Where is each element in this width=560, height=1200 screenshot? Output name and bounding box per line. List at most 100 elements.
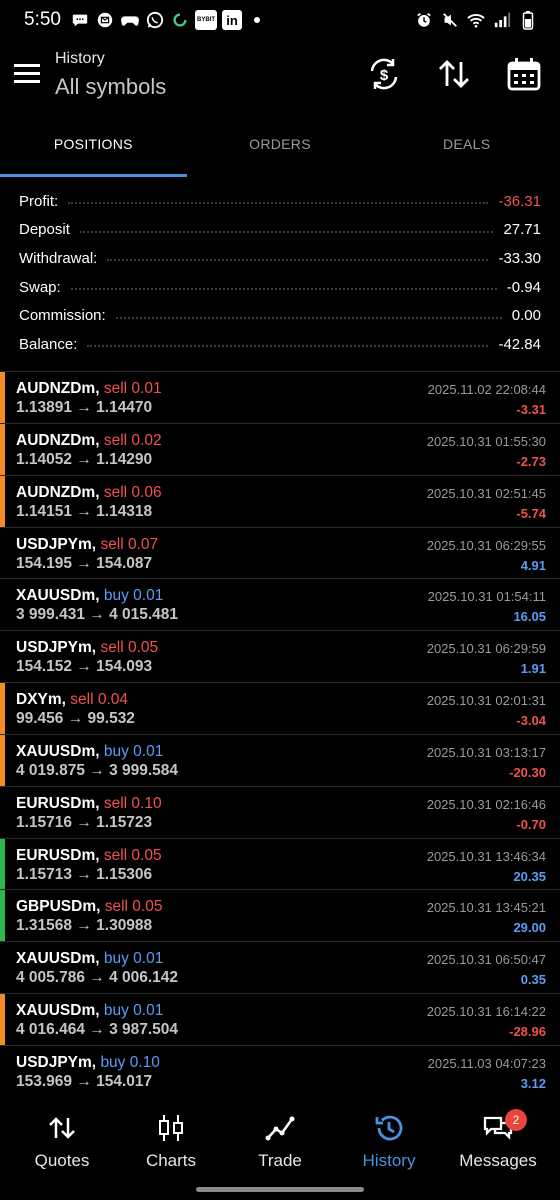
summary-row-balance: Balance: -42.84: [0, 330, 560, 359]
svg-text:$: $: [380, 67, 389, 84]
status-bar-indicator: [0, 942, 5, 993]
summary-label: Balance:: [19, 335, 78, 353]
position-title: XAUUSDm, buy 0.01: [16, 587, 163, 605]
status-bar-indicator: [0, 372, 5, 423]
deal-profit: -5.74: [516, 505, 546, 521]
nav-trade[interactable]: Trade: [225, 1113, 335, 1171]
summary-label: Commission:: [19, 307, 106, 325]
deal-type: buy 0.10: [100, 1053, 160, 1071]
position-row[interactable]: USDJPYm, sell 0.05 154.152 → 154.093 2025.…: [0, 630, 560, 682]
deal-profit: 3.12: [520, 1075, 546, 1091]
summary-label: Swap:: [19, 278, 61, 296]
symbol: AUDNZDm,: [16, 431, 100, 449]
symbol: XAUUSDm,: [16, 587, 100, 605]
position-row[interactable]: USDJPYm, buy 0.10 153.969 → 154.017 2025.1…: [0, 1044, 560, 1097]
deal-time: 2025.10.31 02:01:31: [426, 693, 546, 709]
hamburger-menu-icon[interactable]: [14, 62, 40, 84]
summary-panel: Profit: -36.31 Deposit 27.71 Withdrawal:…: [0, 187, 560, 359]
whatsapp-icon: [145, 10, 165, 30]
position-row[interactable]: DXYm, sell 0.04 99.456 → 99.532 2025.10.31…: [0, 682, 560, 734]
deal-type: sell 0.07: [100, 535, 159, 553]
home-indicator[interactable]: [196, 1187, 364, 1192]
status-bar-indicator: [0, 528, 5, 579]
bottom-navigation: Quotes Charts Trade History 2 Messages: [0, 1105, 560, 1200]
position-row[interactable]: AUDNZDm, sell 0.06 1.14151 → 1.14318 2025.…: [0, 474, 560, 527]
email-icon: [95, 10, 115, 30]
summary-row-withdrawal: Withdrawal: -33.30: [0, 244, 560, 273]
price-range: 153.969 → 154.017: [16, 1072, 153, 1090]
price-range: 154.152 → 154.093: [16, 658, 153, 676]
deal-time: 2025.10.31 02:51:45: [426, 485, 546, 501]
deal-profit: -3.31: [516, 402, 546, 417]
price-range: 4 019.875 → 3 999.584: [16, 761, 179, 779]
dot-icon: [247, 10, 267, 30]
deal-time: 2025.10.31 03:13:17: [426, 744, 546, 760]
position-title: EURUSDm, sell 0.05: [16, 847, 162, 865]
sort-icon[interactable]: [436, 56, 472, 92]
position-row[interactable]: AUDNZDm, sell 0.01 1.13891 → 1.14470 2025.…: [0, 371, 560, 423]
position-row[interactable]: XAUUSDm, buy 0.01 4 016.464 → 3 987.504 20…: [0, 993, 560, 1045]
deal-type: buy 0.01: [103, 1002, 164, 1020]
deal-type: buy 0.01: [103, 742, 164, 760]
status-bar-indicator: [0, 787, 5, 838]
deal-time: 2025.10.31 06:29:59: [426, 641, 546, 657]
nav-messages[interactable]: 2 Messages: [443, 1109, 553, 1171]
calendar-icon[interactable]: [506, 56, 542, 92]
nav-quotes[interactable]: Quotes: [7, 1113, 117, 1171]
tab-orders[interactable]: ORDERS: [187, 122, 374, 177]
position-row[interactable]: XAUUSDm, buy 0.01 4 019.875 → 3 999.584 20…: [0, 733, 560, 786]
position-row[interactable]: USDJPYm, sell 0.07 154.195 → 154.087 2025.…: [0, 526, 560, 579]
deal-profit: -28.96: [509, 1024, 546, 1040]
summary-row-deposit: Deposit 27.71: [0, 216, 560, 245]
symbol: XAUUSDm,: [16, 1002, 100, 1020]
position-row[interactable]: GBPUSDm, sell 0.05 1.31568 → 1.30988 2025.…: [0, 889, 560, 942]
wifi-icon: [466, 10, 486, 30]
game-controller-icon: [120, 10, 140, 30]
position-row[interactable]: XAUUSDm, buy 0.01 4 005.786 → 4 006.142 20…: [0, 941, 560, 993]
nav-charts[interactable]: Charts: [116, 1113, 226, 1171]
symbol: USDJPYm,: [16, 535, 97, 553]
tab-deals[interactable]: DEALS: [373, 122, 560, 177]
currency-exchange-icon[interactable]: $: [366, 56, 402, 92]
deal-type: sell 0.04: [70, 691, 129, 709]
summary-value: -36.31: [498, 192, 541, 210]
position-row[interactable]: XAUUSDm, buy 0.01 3 999.431 → 4 015.481 20…: [0, 578, 560, 630]
deal-profit: 16.05: [513, 609, 546, 625]
price-range: 1.31568 → 1.30988: [16, 917, 153, 935]
nav-label: Quotes: [34, 1151, 90, 1170]
status-bar-indicator: [0, 890, 5, 942]
dotted-leader: [70, 288, 497, 291]
summary-value: 27.71: [503, 221, 541, 239]
deal-time: 2025.10.31 16:14:22: [426, 1004, 546, 1020]
summary-row-swap: Swap: -0.94: [0, 273, 560, 302]
nav-history[interactable]: History: [334, 1113, 444, 1171]
symbol: GBPUSDm,: [16, 898, 101, 916]
position-row[interactable]: AUDNZDm, sell 0.02 1.14052 → 1.14290 2025.…: [0, 422, 560, 475]
symbol-filter[interactable]: All symbols: [55, 74, 166, 100]
position-row[interactable]: EURUSDm, sell 0.05 1.15713 → 1.15306 2025.…: [0, 837, 560, 890]
status-bar-indicator: [0, 838, 5, 890]
symbol: XAUUSDm,: [16, 742, 100, 760]
sync-icon: [170, 10, 190, 30]
nav-label: Messages: [459, 1151, 537, 1170]
price-range: 1.13891 → 1.14470: [16, 399, 153, 416]
deal-type: sell 0.02: [103, 431, 162, 449]
price-range: 4 005.786 → 4 006.142: [16, 969, 179, 987]
deal-type: sell 0.01: [103, 380, 162, 397]
tab-positions[interactable]: POSITIONS: [0, 122, 187, 177]
deal-time: 2025.10.31 01:55:30: [426, 433, 546, 449]
deal-time: 2025.10.31 06:29:55: [426, 537, 546, 553]
deal-profit: -0.70: [516, 816, 546, 832]
deal-profit: 20.35: [513, 868, 546, 884]
summary-value: -0.94: [506, 278, 541, 296]
status-bar-indicator: [0, 423, 5, 475]
status-bar-indicator: [0, 994, 5, 1045]
status-bar-indicator: [0, 1046, 5, 1097]
position-row[interactable]: EURUSDm, sell 0.10 1.15716 → 1.15723 2025.…: [0, 785, 560, 838]
dotted-leader: [115, 316, 502, 319]
chat-bubble-icon: [70, 10, 90, 30]
deal-type: sell 0.05: [104, 898, 163, 916]
deal-time: 2025.11.03 04:07:23: [427, 1055, 546, 1071]
price-range: 154.195 → 154.087: [16, 554, 153, 572]
deal-time: 2025.10.31 02:16:46: [426, 796, 546, 812]
